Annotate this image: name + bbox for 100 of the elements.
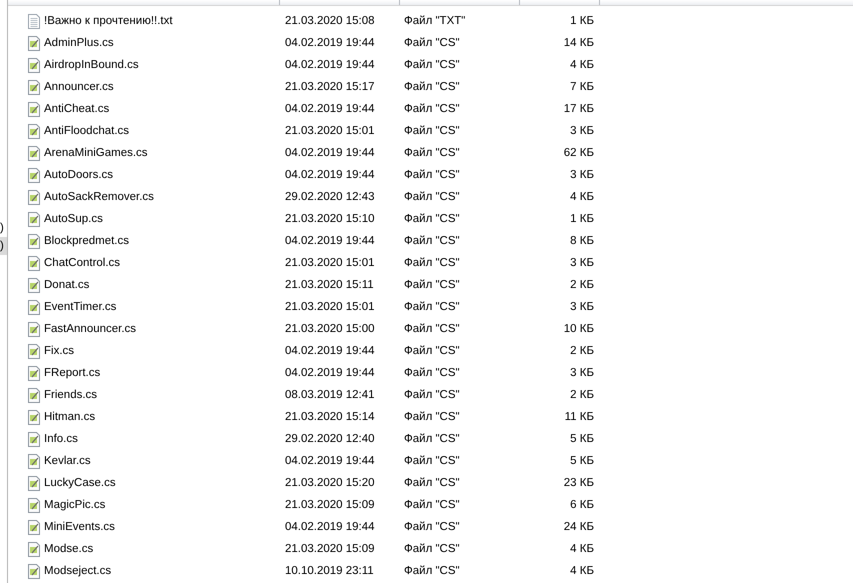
code-file-icon bbox=[28, 454, 40, 468]
file-type: Файл "CS" bbox=[404, 191, 460, 203]
file-type: Файл "CS" bbox=[404, 103, 460, 115]
code-file-icon bbox=[28, 498, 40, 512]
file-size: 4 КБ bbox=[570, 59, 594, 71]
file-name[interactable]: LuckyCase.cs bbox=[44, 477, 116, 489]
file-size: 17 КБ bbox=[564, 103, 594, 115]
file-name[interactable]: AntiCheat.cs bbox=[44, 103, 110, 115]
file-name[interactable]: ChatControl.cs bbox=[44, 257, 120, 269]
modified-date: 04.02.2019 19:44 bbox=[285, 37, 375, 49]
file-type: Файл "CS" bbox=[404, 565, 460, 577]
file-size: 24 КБ bbox=[564, 521, 594, 533]
code-file-icon bbox=[28, 366, 40, 380]
code-file-icon bbox=[28, 124, 40, 138]
file-size: 3 КБ bbox=[570, 301, 594, 313]
file-type: Файл "CS" bbox=[404, 147, 460, 159]
file-name[interactable]: ArenaMiniGames.cs bbox=[44, 147, 148, 159]
modified-date: 21.03.2020 15:11 bbox=[285, 279, 374, 291]
file-type: Файл "CS" bbox=[404, 235, 460, 247]
file-size: 1 КБ bbox=[570, 15, 594, 27]
code-file-icon bbox=[28, 542, 40, 556]
file-name[interactable]: EventTimer.cs bbox=[44, 301, 116, 313]
code-file-icon bbox=[28, 300, 40, 314]
modified-date: 21.03.2020 15:01 bbox=[285, 301, 375, 313]
modified-date: 10.10.2019 23:11 bbox=[285, 565, 374, 577]
file-type: Файл "CS" bbox=[404, 543, 460, 555]
file-type: Файл "CS" bbox=[404, 213, 460, 225]
file-type: Файл "CS" bbox=[404, 301, 460, 313]
code-file-icon bbox=[28, 80, 40, 94]
file-type: Файл "CS" bbox=[404, 455, 460, 467]
code-file-icon bbox=[28, 476, 40, 490]
file-name[interactable]: Friends.cs bbox=[44, 389, 98, 401]
file-name[interactable]: AutoSup.cs bbox=[44, 213, 103, 225]
code-file-icon bbox=[28, 388, 40, 402]
code-file-icon bbox=[28, 102, 40, 116]
modified-date: 21.03.2020 15:01 bbox=[285, 257, 375, 269]
file-type: Файл "CS" bbox=[404, 367, 460, 379]
modified-date: 21.03.2020 15:17 bbox=[285, 81, 375, 93]
file-name[interactable]: MiniEvents.cs bbox=[44, 521, 115, 533]
file-size: 3 КБ bbox=[570, 367, 594, 379]
file-type: Файл "CS" bbox=[404, 499, 460, 511]
modified-date: 29.02.2020 12:43 bbox=[285, 191, 375, 203]
file-name[interactable]: AirdropInBound.cs bbox=[44, 59, 139, 71]
file-name[interactable]: Hitman.cs bbox=[44, 411, 96, 423]
file-name[interactable]: Blockpredmet.cs bbox=[44, 235, 130, 247]
file-type: Файл "CS" bbox=[404, 323, 460, 335]
file-size: 7 КБ bbox=[570, 81, 594, 93]
modified-date: 04.02.2019 19:44 bbox=[285, 103, 375, 115]
file-name[interactable]: Info.cs bbox=[44, 433, 78, 445]
code-file-icon bbox=[28, 36, 40, 50]
file-name[interactable]: MagicPic.cs bbox=[44, 499, 106, 511]
file-name[interactable]: Modse.cs bbox=[44, 543, 94, 555]
code-file-icon bbox=[28, 58, 40, 72]
code-file-icon bbox=[28, 212, 40, 226]
file-name[interactable]: AdminPlus.cs bbox=[44, 37, 114, 49]
file-name[interactable]: Donat.cs bbox=[44, 279, 90, 291]
file-type: Файл "CS" bbox=[404, 411, 460, 423]
code-file-icon bbox=[28, 520, 40, 534]
file-type: Файл "CS" bbox=[404, 389, 460, 401]
file-name[interactable]: !Важно к прочтению!!.txt bbox=[44, 15, 173, 27]
file-name[interactable]: AutoSackRemover.cs bbox=[44, 191, 154, 203]
file-name[interactable]: FReport.cs bbox=[44, 367, 100, 379]
modified-date: 04.02.2019 19:44 bbox=[285, 147, 375, 159]
code-file-icon bbox=[28, 256, 40, 270]
code-file-icon bbox=[28, 344, 40, 358]
modified-date: 04.02.2019 19:44 bbox=[285, 521, 375, 533]
code-file-icon bbox=[28, 168, 40, 182]
file-name[interactable]: FastAnnouncer.cs bbox=[44, 323, 136, 335]
modified-date: 04.02.2019 19:44 bbox=[285, 367, 375, 379]
file-type: Файл "CS" bbox=[404, 37, 460, 49]
modified-date: 04.02.2019 19:44 bbox=[285, 59, 375, 71]
nav-item[interactable]: ) bbox=[0, 219, 7, 237]
file-size: 14 КБ bbox=[564, 37, 594, 49]
code-file-icon bbox=[28, 146, 40, 160]
file-type: Файл "CS" bbox=[404, 477, 460, 489]
modified-date: 08.03.2019 12:41 bbox=[285, 389, 375, 401]
file-type: Файл "CS" bbox=[404, 279, 460, 291]
file-size: 2 КБ bbox=[570, 389, 594, 401]
code-file-icon bbox=[28, 190, 40, 204]
code-file-icon bbox=[28, 322, 40, 336]
file-size: 11 КБ bbox=[564, 411, 594, 423]
file-type: Файл "CS" bbox=[404, 81, 460, 93]
file-name[interactable]: Fix.cs bbox=[44, 345, 74, 357]
file-name[interactable]: Kevlar.cs bbox=[44, 455, 91, 467]
modified-date: 04.02.2019 19:44 bbox=[285, 235, 375, 247]
file-type: Файл "CS" bbox=[404, 59, 460, 71]
file-size: 5 КБ bbox=[570, 455, 594, 467]
modified-date: 21.03.2020 15:10 bbox=[285, 213, 375, 225]
code-file-icon bbox=[28, 432, 40, 446]
file-name[interactable]: AntiFloodchat.cs bbox=[44, 125, 130, 137]
file-name[interactable]: AutoDoors.cs bbox=[44, 169, 114, 181]
file-size: 6 КБ bbox=[570, 499, 594, 511]
code-file-icon bbox=[28, 410, 40, 424]
file-name[interactable]: Announcer.cs bbox=[44, 81, 114, 93]
modified-date: 21.03.2020 15:09 bbox=[285, 543, 375, 555]
file-size: 1 КБ bbox=[570, 213, 594, 225]
nav-item[interactable]: ) bbox=[0, 237, 7, 255]
file-name[interactable]: Modseject.cs bbox=[44, 565, 112, 577]
modified-date: 21.03.2020 15:00 bbox=[285, 323, 375, 335]
modified-date: 21.03.2020 15:08 bbox=[285, 15, 375, 27]
